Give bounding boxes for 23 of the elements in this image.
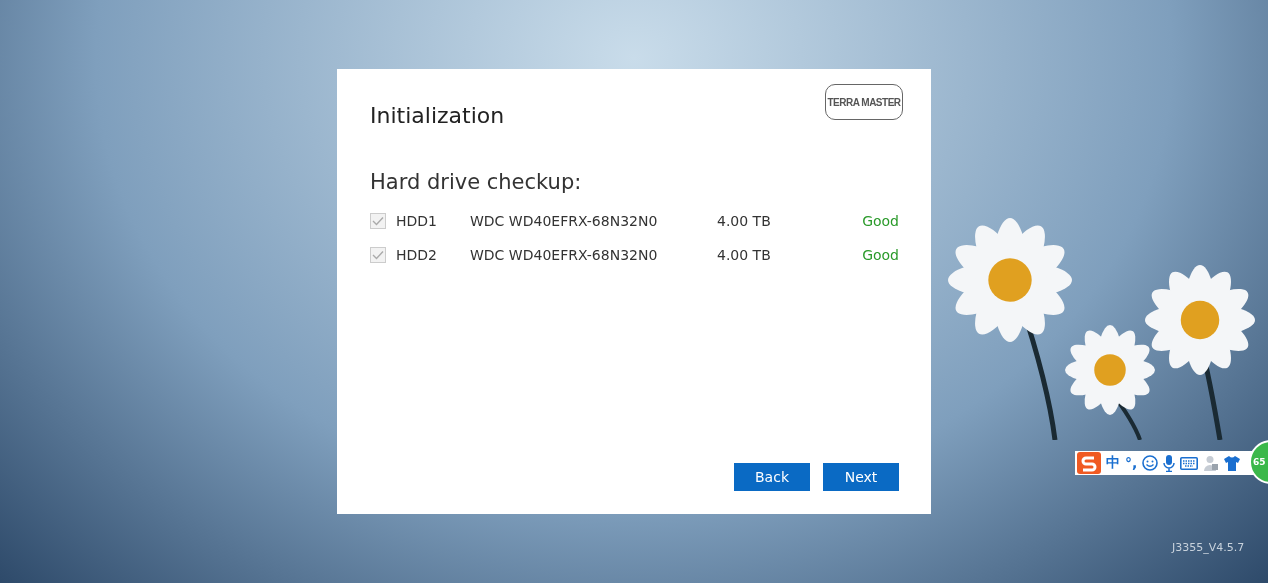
shirt-icon[interactable] (1224, 455, 1241, 471)
ime-logo-icon[interactable] (1077, 452, 1101, 474)
version-label: J3355_V4.5.7 (1172, 541, 1245, 554)
section-title: Hard drive checkup: (370, 170, 583, 194)
drive-name: HDD1 (396, 213, 438, 229)
badge[interactable]: 65 (1249, 440, 1268, 484)
logo: TERRA MASTER (825, 84, 903, 120)
drive-status: Good (862, 213, 899, 229)
dialog-button[interactable]: Back (734, 463, 810, 491)
drive-status: Good (862, 247, 899, 263)
punctuation-mode[interactable]: °, (1125, 455, 1138, 471)
user-icon[interactable] (1203, 455, 1220, 471)
drive-model: WDC WD40EFRX-68N32N0 (470, 247, 659, 263)
dialog-title: Initialization (370, 103, 505, 128)
drive-model: WDC WD40EFRX-68N32N0 (470, 213, 659, 229)
smiley-icon[interactable] (1142, 455, 1159, 471)
drive-capacity: 4.00 TB (717, 247, 772, 263)
drive-capacity: 4.00 TB (717, 213, 772, 229)
dialog-button[interactable]: Next (823, 463, 899, 491)
microphone-icon[interactable] (1163, 454, 1176, 472)
input-mode[interactable]: 中 (1106, 454, 1120, 472)
drive-name: HDD2 (396, 247, 438, 263)
keyboard-icon[interactable] (1180, 456, 1199, 470)
